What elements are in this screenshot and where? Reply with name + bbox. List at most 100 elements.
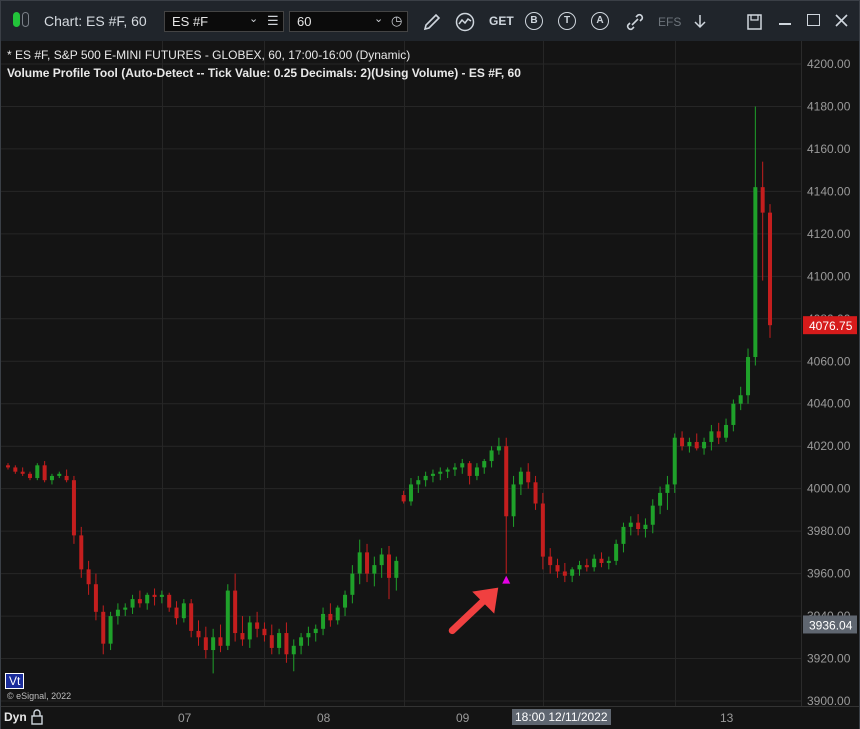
y-tick-label: 3900.00 [807,694,851,706]
candle-body [746,357,751,396]
chevron-down-icon[interactable]: ⌄ [249,12,258,25]
x-tick-label: 13 [720,711,734,725]
lock-icon[interactable] [30,709,44,725]
candle-body [313,628,318,634]
candle-body [672,437,677,485]
candle-body [753,187,758,358]
y-tick-label: 4100.00 [807,269,851,283]
candle-body [636,522,641,530]
candle-body [13,467,18,472]
candle-body [159,594,164,597]
interval-value: 60 [297,14,312,29]
candle-body [760,187,765,213]
candle-body [680,437,685,447]
candle-body [474,467,479,476]
candle-body [452,467,457,470]
candle-body [291,645,296,655]
chart-area[interactable]: 3900.003920.003940.003960.003980.004000.… [1,41,859,706]
y-tick-label: 4200.00 [807,57,851,71]
symbol-input[interactable]: ES #F ⌄ ☰ [164,11,284,32]
y-tick-label: 4180.00 [807,99,851,113]
candle-body [343,594,348,608]
marker-triangle [502,575,511,584]
candle-body [394,560,399,578]
y-tick-label: 4000.00 [807,482,851,496]
candle-body [277,633,282,648]
clock-icon[interactable]: ◷ [391,13,402,29]
efs-button[interactable]: EFS [658,15,681,29]
candle-body [716,431,721,438]
vt-badge[interactable]: Vt [5,673,25,689]
price-chart-svg[interactable]: 3900.003920.003940.003960.003980.004000.… [1,41,859,706]
study-icon[interactable] [454,11,476,33]
candle-body [64,475,69,481]
candle-body [650,505,655,525]
candle-body [233,590,238,634]
link-toggle-icon-2[interactable] [22,12,29,27]
alert-button[interactable]: A [591,12,609,30]
candle-body [621,526,626,544]
candle-body [123,607,128,610]
candle-body [401,495,406,502]
minimize-button[interactable] [779,23,791,25]
candle-body [504,446,509,517]
candle-body [628,522,633,527]
cursor-time-label: 18:00 12/11/2022 [512,709,611,725]
candle-body [20,471,25,474]
candle-body [93,584,98,612]
candle-body [196,630,201,638]
candle-body [658,492,663,506]
more-icon[interactable] [690,11,710,33]
interval-input[interactable]: 60 ⌄ ◷ [289,11,408,32]
candle-body [306,633,311,638]
candle-body [350,573,355,595]
candle-body [496,446,501,451]
candle-body [365,552,370,574]
close-icon[interactable] [834,13,849,28]
symbol-value: ES #F [172,14,209,29]
candle-body [599,558,604,563]
get-button[interactable]: GET [489,14,514,28]
candle-body [35,465,40,479]
candle-body [255,622,260,629]
candle-body [79,535,84,570]
copyright-text: © eSignal, 2022 [7,691,72,701]
y-tick-label: 4160.00 [807,142,851,156]
link-toggle-icon[interactable] [13,12,20,27]
candle-body [467,463,472,476]
price-axis-bg [801,41,859,706]
x-tick-label: 09 [456,711,470,725]
dyn-label[interactable]: Dyn [4,710,27,724]
candle-body [167,594,172,608]
candle-body [460,463,465,468]
candle-body [174,607,179,619]
cursor-price-label: 3936.04 [809,618,853,632]
candle-body [430,473,435,476]
candle-body [665,484,670,493]
link-chain-icon[interactable] [624,11,646,33]
save-layout-icon[interactable] [745,11,765,33]
candle-body [768,212,772,326]
chart-window: Chart: ES #F, 60 ES #F ⌄ ☰ 60 ⌄ ◷ GET B … [0,0,860,729]
maximize-button[interactable] [807,14,820,26]
candle-body [482,461,487,468]
candle-body [724,424,729,438]
candle-body [548,556,553,566]
candle-body [687,441,692,447]
pencil-icon[interactable] [421,11,443,33]
candle-body [42,465,47,481]
candle-body [592,558,597,568]
candle-body [379,554,384,566]
candle-body [489,450,494,462]
buy-button[interactable]: B [525,12,543,30]
candle-body [189,603,194,631]
candle-body [247,622,252,640]
chevron-down-icon[interactable]: ⌄ [374,12,383,25]
candle-body [101,611,106,644]
candle-body [71,480,76,536]
candle-body [130,599,135,608]
list-icon[interactable]: ☰ [267,13,279,29]
trade-button[interactable]: T [558,12,576,30]
y-tick-label: 3960.00 [807,567,851,581]
candle-body [284,633,289,655]
